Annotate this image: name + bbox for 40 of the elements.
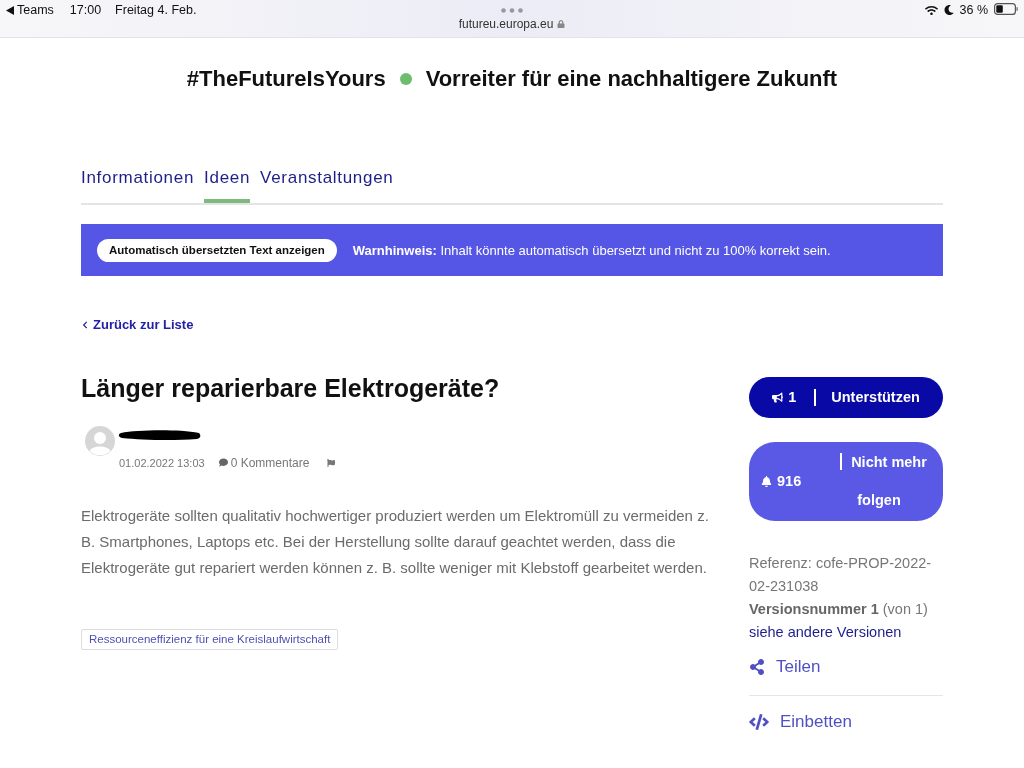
embed-link[interactable]: Einbetten [749,707,943,736]
nav-tab[interactable]: Informationen [81,167,195,203]
comments-link[interactable]: 0 Kommentare [218,455,310,470]
tagline-heading: Vorreiter für eine nachhaltigere Zukunft [425,66,838,92]
battery-icon [994,3,1018,15]
chevron-left-icon [81,320,89,329]
dot-icon [399,73,412,85]
status-date: Freitag 4. Feb. [115,3,197,17]
nav-tab[interactable]: Veranstaltungen [260,167,394,203]
proposal-title: Länger reparierbare Elektrogeräte? [81,372,500,403]
category-tag[interactable]: Ressourceneffizienz für eine Kreislaufwirtschaft [81,628,339,650]
post-date: 01.02.2022 13:03 [119,456,205,469]
reference-text: Referenz: cofe-PROP-2022-02-231038 [749,553,933,596]
megaphone-icon [772,391,784,403]
unfollow-button[interactable]: 916 Nicht mehr folgen [749,441,943,521]
other-versions-link[interactable]: siehe andere Versionen [749,620,902,644]
report-flag-icon[interactable] [327,458,336,467]
status-time: 17:00 [69,3,102,17]
hashtag-heading: #TheFutureIsYours [186,66,386,92]
lock-icon [557,20,566,28]
avatar-icon [85,425,115,456]
nav-tab[interactable]: Ideen [204,167,251,203]
code-icon [749,711,769,732]
share-link[interactable]: Teilen [749,652,943,681]
moon-icon [943,5,954,15]
wifi-icon [924,4,938,17]
back-to-app-link[interactable]: Teams [6,3,54,17]
comment-icon [218,458,228,467]
version-number-text: Versionsnummer 1 (von 1) [749,599,929,619]
bell-icon [761,475,772,487]
share-icon [749,658,765,675]
back-arrow-icon[interactable] [6,5,14,15]
proposal-body: Elektrogeräte sollten qualitativ hochwertiger produziert werden um Elektromüll zu vermeiden z. B. Smartphones, Laptops etc. Bei der Herstellung sollte darauf geachtet werden, dass die Elektrogeräte gut repariert werden können z. B. sollte weniger mit Klebstoff gearbeitet werden. [81,505,710,578]
warning-notice: Warnhinweis: Inhalt könnte automatisch übersetzt und nicht zu 100% korrekt sein. [352,242,831,258]
more-dots-icon[interactable] [501,8,523,13]
back-link[interactable]: Zurück zur Liste [81,317,194,332]
battery-percent: 36 % [959,3,988,17]
show-translation-button[interactable]: Automatisch übersetzten Text anzeigen [97,238,337,262]
url-text[interactable]: futureu.europa.eu [458,17,554,31]
support-button[interactable]: 1 Unterstützen [749,376,943,418]
